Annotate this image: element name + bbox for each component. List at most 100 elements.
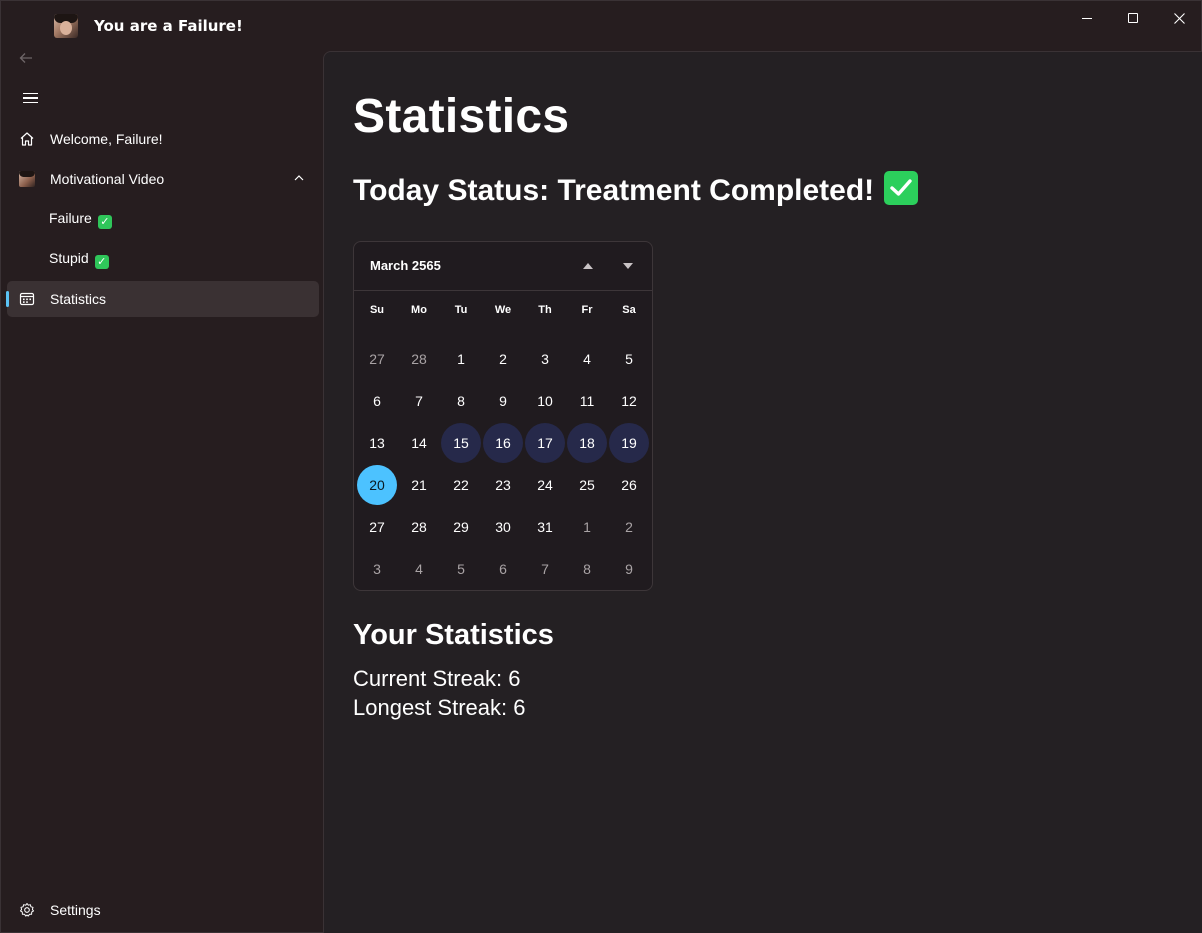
calendar-view[interactable]: March 2565 Su Mo Tu We Th Fr Sa 27 28 1 2 3 4 5 6 7 8 9 1… xyxy=(353,241,653,591)
calendar-day-completed[interactable]: 15 xyxy=(440,422,482,464)
weekday-label: Tu xyxy=(454,304,468,316)
calendar-day[interactable]: 7 xyxy=(398,380,440,422)
calendar-month-label[interactable]: March 2565 xyxy=(370,258,441,273)
weekday-label: Su xyxy=(369,304,385,316)
maximize-button[interactable] xyxy=(1110,1,1156,35)
calendar-day-number: 18 xyxy=(567,423,607,463)
calendar-day-number: 7 xyxy=(415,393,423,409)
calendar-day-number: 15 xyxy=(441,423,481,463)
calendar-day-completed[interactable]: 19 xyxy=(608,422,650,464)
calendar-day-number: 27 xyxy=(369,351,385,367)
calendar-day[interactable]: 13 xyxy=(356,422,398,464)
calendar-day-number: 14 xyxy=(411,435,427,451)
calendar-day[interactable]: 9 xyxy=(482,380,524,422)
back-button[interactable] xyxy=(11,45,41,71)
calendar-day-number: 9 xyxy=(625,561,633,577)
calendar-day[interactable]: 3 xyxy=(356,548,398,590)
calendar-header: March 2565 xyxy=(354,242,652,291)
calendar-day[interactable]: 22 xyxy=(440,464,482,506)
sidebar-item-label: Motivational Video xyxy=(50,171,165,187)
calendar-day[interactable]: 24 xyxy=(524,464,566,506)
calendar-day-number: 27 xyxy=(369,519,385,535)
calendar-day[interactable]: 1 xyxy=(440,338,482,380)
minimize-button[interactable] xyxy=(1064,1,1110,35)
sidebar-item-welcome[interactable]: Welcome, Failure! xyxy=(7,121,319,157)
calendar-day[interactable]: 4 xyxy=(398,548,440,590)
calendar-day[interactable]: 8 xyxy=(440,380,482,422)
calendar-day[interactable]: 31 xyxy=(524,506,566,548)
triangle-down-icon xyxy=(623,263,633,269)
menu-toggle-button[interactable] xyxy=(13,85,47,111)
calendar-day[interactable]: 10 xyxy=(524,380,566,422)
weekday-label: We xyxy=(494,304,512,316)
calendar-day-number: 17 xyxy=(525,423,565,463)
calendar-day[interactable]: 9 xyxy=(608,548,650,590)
calendar-day-number: 20 xyxy=(357,465,397,505)
title-bar[interactable]: You are a Failure! xyxy=(1,1,1201,51)
calendar-day-number: 1 xyxy=(583,519,591,535)
window-title: You are a Failure! xyxy=(94,17,243,35)
check-icon: ✓ xyxy=(94,254,109,269)
calendar-day[interactable]: 5 xyxy=(440,548,482,590)
calendar-day[interactable]: 11 xyxy=(566,380,608,422)
calendar-day[interactable]: 7 xyxy=(524,548,566,590)
calendar-day-completed[interactable]: 16 xyxy=(482,422,524,464)
calendar-day-number: 5 xyxy=(625,351,633,367)
calendar-day-completed[interactable]: 18 xyxy=(566,422,608,464)
calendar-day-completed[interactable]: 17 xyxy=(524,422,566,464)
close-icon xyxy=(1173,12,1185,24)
sidebar-item-statistics[interactable]: Statistics xyxy=(6,281,319,317)
calendar-day[interactable]: 29 xyxy=(440,506,482,548)
weekday-header-row: Su Mo Tu We Th Fr Sa xyxy=(356,304,650,316)
calendar-day[interactable]: 3 xyxy=(524,338,566,380)
app-window: You are a Failure! Welcome, Failure! Mot… xyxy=(0,0,1202,933)
chevron-up-icon[interactable] xyxy=(293,172,305,184)
previous-month-button[interactable] xyxy=(576,256,600,276)
weekday-label: Sa xyxy=(622,304,636,316)
calendar-day[interactable]: 1 xyxy=(566,506,608,548)
calendar-days-grid: 27 28 1 2 3 4 5 6 7 8 9 10 11 12 13 14 15 16 17 18 19 20 21 22 2… xyxy=(356,338,650,590)
calendar-day[interactable]: 27 xyxy=(356,338,398,380)
calendar-day[interactable]: 5 xyxy=(608,338,650,380)
calendar-day[interactable]: 4 xyxy=(566,338,608,380)
calendar-day[interactable]: 2 xyxy=(608,506,650,548)
calendar-day-number: 28 xyxy=(411,351,427,367)
calendar-day[interactable]: 28 xyxy=(398,338,440,380)
calendar-day[interactable]: 23 xyxy=(482,464,524,506)
sidebar-item-stupid[interactable]: Stupid ✓ xyxy=(7,241,319,277)
today-status: Today Status: Treatment Completed! xyxy=(353,171,919,208)
calendar-day[interactable]: 26 xyxy=(608,464,650,506)
calendar-day-today[interactable]: 20 xyxy=(356,464,398,506)
calendar-day[interactable]: 8 xyxy=(566,548,608,590)
calendar-day-number: 21 xyxy=(411,477,427,493)
calendar-day[interactable]: 14 xyxy=(398,422,440,464)
sidebar-item-failure[interactable]: Failure ✓ xyxy=(7,201,319,237)
close-button[interactable] xyxy=(1156,1,1202,35)
calendar-day-number: 8 xyxy=(583,561,591,577)
sidebar-item-settings[interactable]: Settings xyxy=(7,892,319,928)
calendar-day[interactable]: 27 xyxy=(356,506,398,548)
weekday-label: Mo xyxy=(411,304,427,316)
calendar-day[interactable]: 21 xyxy=(398,464,440,506)
calendar-day-number: 6 xyxy=(499,561,507,577)
calendar-day[interactable]: 28 xyxy=(398,506,440,548)
sidebar-item-motivational-video[interactable]: Motivational Video xyxy=(7,161,319,197)
calendar-day-number: 19 xyxy=(609,423,649,463)
current-streak: Current Streak: 6 xyxy=(353,666,521,691)
calendar-day[interactable]: 6 xyxy=(356,380,398,422)
calendar-day-number: 1 xyxy=(457,351,465,367)
calendar-day-number: 4 xyxy=(415,561,423,577)
calendar-day-number: 22 xyxy=(453,477,469,493)
today-status-text: Today Status: Treatment Completed! xyxy=(353,174,875,207)
calendar-day[interactable]: 12 xyxy=(608,380,650,422)
calendar-day[interactable]: 30 xyxy=(482,506,524,548)
calendar-day-number: 10 xyxy=(537,393,553,409)
calendar-day[interactable]: 6 xyxy=(482,548,524,590)
calendar-day[interactable]: 25 xyxy=(566,464,608,506)
calendar-day-number: 30 xyxy=(495,519,511,535)
next-month-button[interactable] xyxy=(616,256,640,276)
calendar-day-number: 6 xyxy=(373,393,381,409)
calendar-day-number: 11 xyxy=(579,393,595,409)
calendar-day[interactable]: 2 xyxy=(482,338,524,380)
longest-streak: Longest Streak: 6 xyxy=(353,695,526,720)
